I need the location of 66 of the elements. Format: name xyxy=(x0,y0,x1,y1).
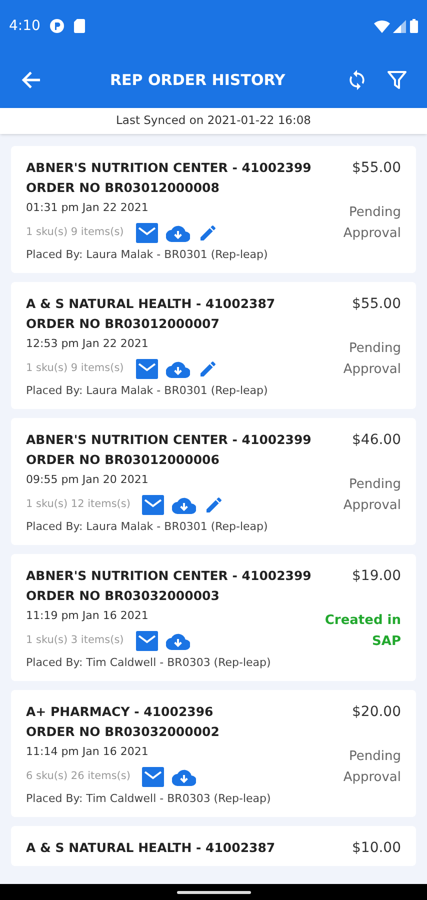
order-date: 11:19 pm Jan 16 2021 xyxy=(26,608,150,624)
customer-name: ABNER'S NUTRITION CENTER - 41002399 xyxy=(26,431,312,449)
status-time: 4:10 xyxy=(9,16,40,36)
item-count: 1 sku(s) 12 items(s) xyxy=(26,497,130,512)
order-amount: $10.00 xyxy=(352,839,401,858)
placed-by-text: Placed By: Laura Malak - BR0301 (Rep-leap) xyxy=(26,519,269,535)
order-number: ORDER NO BR03012000008 xyxy=(26,179,220,197)
order-amount: $20.00 xyxy=(352,703,401,722)
customer-name: ABNER'S NUTRITION CENTER - 41002399 xyxy=(26,567,312,585)
cloud-download-icon[interactable] xyxy=(166,632,190,650)
order-number: ORDER NO BR03012000007 xyxy=(26,315,220,333)
order-status: Created in SAP xyxy=(324,612,401,651)
order-date: 11:14 pm Jan 16 2021 xyxy=(26,744,150,760)
order-number: ORDER NO BR03012000006 xyxy=(26,451,220,469)
cloud-download-icon[interactable] xyxy=(166,224,190,242)
wifi-icon xyxy=(374,20,390,32)
cloud-download-icon[interactable] xyxy=(166,360,190,378)
order-status: Pending Approval xyxy=(342,476,401,515)
order-date: 12:53 pm Jan 22 2021 xyxy=(26,336,150,352)
edit-icon[interactable] xyxy=(204,495,224,515)
order-card[interactable]: A+ PHARMACY - 41002396 ORDER NO BR03032000002 11:14 pm Jan 16 2021 6 sku(s) 26 items(s) Placed By: Tim Caldwell - BR0303 (Rep-leap) $20.00 Pending Approval xyxy=(11,690,416,817)
order-date: 01:31 pm Jan 22 2021 xyxy=(26,200,150,216)
last-synced-text: Last Synced on 2021-01-22 16:08 xyxy=(116,112,311,130)
order-card[interactable]: ABNER'S NUTRITION CENTER - 41002399 ORDER NO BR03012000008 01:31 pm Jan 22 2021 1 sku(s) 9 items(s) Placed By: Laura Malak - BR0301 (Rep-leap) $55.00 Pending Approval xyxy=(11,146,416,273)
email-icon[interactable] xyxy=(136,631,158,651)
edit-icon[interactable] xyxy=(198,223,218,243)
cloud-download-icon[interactable] xyxy=(172,496,196,514)
filter-button[interactable] xyxy=(385,68,409,92)
email-icon[interactable] xyxy=(142,495,164,515)
email-icon[interactable] xyxy=(142,767,164,787)
placed-by-text: Placed By: Tim Caldwell - BR0303 (Rep-leap) xyxy=(26,655,272,671)
order-status: Pending Approval xyxy=(342,204,401,243)
order-amount: $46.00 xyxy=(352,431,401,450)
placed-by-text: Placed By: Tim Caldwell - BR0303 (Rep-leap) xyxy=(26,791,272,807)
battery-icon xyxy=(410,19,418,33)
item-count: 1 sku(s) 3 items(s) xyxy=(26,633,124,648)
order-card[interactable]: A & S NATURAL HEALTH - 41002387 $10.00 xyxy=(11,826,416,866)
email-icon[interactable] xyxy=(136,359,158,379)
screen-title: REP ORDER HISTORY xyxy=(110,70,286,91)
order-number: ORDER NO BR03032000003 xyxy=(26,587,220,605)
sim-card-icon xyxy=(74,19,86,33)
cloud-download-icon[interactable] xyxy=(172,768,196,786)
order-status: Pending Approval xyxy=(342,748,401,787)
customer-name: ABNER'S NUTRITION CENTER - 41002399 xyxy=(26,159,312,177)
order-amount: $55.00 xyxy=(352,159,401,178)
edit-icon[interactable] xyxy=(198,359,218,379)
customer-name: A & S NATURAL HEALTH - 41002387 xyxy=(26,295,276,313)
item-count: 1 sku(s) 9 items(s) xyxy=(26,225,124,240)
email-icon[interactable] xyxy=(136,223,158,243)
order-card[interactable]: ABNER'S NUTRITION CENTER - 41002399 ORDER NO BR03032000003 11:19 pm Jan 16 2021 1 sku(s) 3 items(s) Placed By: Tim Caldwell - BR0303 (Rep-leap) $19.00 Created in SAP xyxy=(11,554,416,681)
home-handle[interactable] xyxy=(176,890,250,894)
order-number: ORDER NO BR03032000002 xyxy=(26,723,220,741)
customer-name: A & S NATURAL HEALTH - 41002387 xyxy=(26,839,276,857)
notification-icon xyxy=(50,19,64,33)
signal-icon xyxy=(393,20,406,32)
order-amount: $19.00 xyxy=(352,567,401,586)
order-amount: $55.00 xyxy=(352,295,401,314)
order-card[interactable]: ABNER'S NUTRITION CENTER - 41002399 ORDER NO BR03012000006 09:55 pm Jan 20 2021 1 sku(s) 12 items(s) Placed By: Laura Malak - BR0301 (Rep-leap) $46.00 Pending Approval xyxy=(11,418,416,545)
customer-name: A+ PHARMACY - 41002396 xyxy=(26,703,214,721)
order-date: 09:55 pm Jan 20 2021 xyxy=(26,472,150,488)
placed-by-text: Placed By: Laura Malak - BR0301 (Rep-leap) xyxy=(26,247,269,263)
order-status: Pending Approval xyxy=(342,340,401,379)
placed-by-text: Placed By: Laura Malak - BR0301 (Rep-leap) xyxy=(26,383,269,399)
item-count: 1 sku(s) 9 items(s) xyxy=(26,361,124,376)
item-count: 6 sku(s) 26 items(s) xyxy=(26,769,130,784)
order-card[interactable]: A & S NATURAL HEALTH - 41002387 ORDER NO BR03012000007 12:53 pm Jan 22 2021 1 sku(s) 9 items(s) Placed By: Laura Malak - BR0301 (Rep-leap) $55.00 Pending Approval xyxy=(11,282,416,409)
